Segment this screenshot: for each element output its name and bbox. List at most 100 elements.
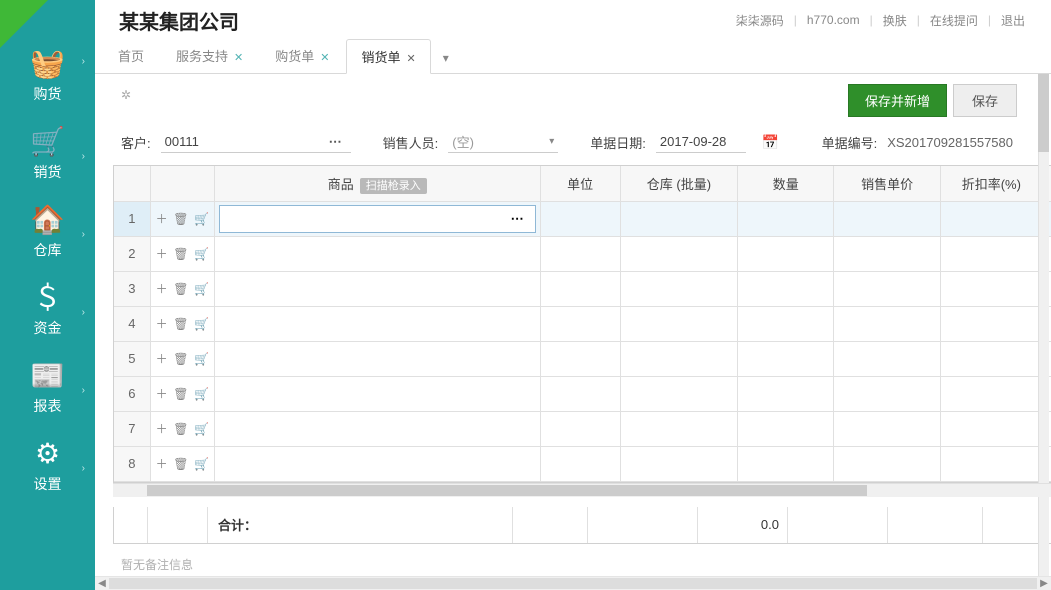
ellipsis-icon[interactable]: ⋯ [325,134,347,150]
add-icon[interactable]: ＋ [155,387,169,401]
close-icon[interactable]: ✕ [234,52,243,64]
grid-cell[interactable] [620,271,737,306]
delete-icon[interactable]: 🗑 [172,352,189,366]
grid-cell[interactable] [214,236,540,271]
grid-cell[interactable] [540,411,620,446]
grid-cell[interactable] [540,446,620,481]
grid-cell[interactable] [620,411,737,446]
delete-icon[interactable]: 🗑 [172,317,189,331]
grid-cell[interactable] [941,376,1042,411]
tab-dropdown[interactable]: ▾ [433,43,459,73]
grid-cell[interactable] [214,446,540,481]
page-horizontal-scrollbar[interactable]: ◀ ▶ [95,576,1051,590]
product-cell[interactable]: ⋯ [214,201,540,236]
grid-cell[interactable] [941,201,1042,236]
grid-cell[interactable] [214,376,540,411]
cart-icon[interactable]: 🛒 [193,457,210,471]
table-row[interactable]: 1＋ 🗑 🛒⋯ [114,201,1051,236]
grid-cell[interactable] [738,201,834,236]
top-link[interactable]: h770.com [797,13,870,27]
add-icon[interactable]: ＋ [155,352,169,366]
sidebar-item-2[interactable]: 🏠仓库› [0,190,95,268]
top-link[interactable]: 换肤 [873,12,917,29]
close-icon[interactable]: ✕ [320,52,329,64]
grid-cell[interactable] [834,376,941,411]
ellipsis-icon[interactable]: ⋯ [507,211,529,227]
cart-icon[interactable]: 🛒 [193,247,210,261]
sidebar-item-1[interactable]: 🛒销货› [0,112,95,190]
table-row[interactable]: 8＋ 🗑 🛒 [114,446,1051,481]
cart-icon[interactable]: 🛒 [193,317,210,331]
add-icon[interactable]: ＋ [155,282,169,296]
vertical-scrollbar[interactable] [1038,74,1049,590]
delete-icon[interactable]: 🗑 [172,247,189,261]
grid-cell[interactable] [941,411,1042,446]
tab[interactable]: 服务支持✕ [161,38,258,73]
cart-icon[interactable]: 🛒 [193,352,210,366]
grid-cell[interactable] [214,271,540,306]
add-icon[interactable]: ＋ [155,422,169,436]
top-link[interactable]: 在线提问 [920,12,988,29]
sales-field[interactable]: (空) ▾ [448,131,558,153]
grid-cell[interactable] [834,446,941,481]
save-button[interactable]: 保存 [953,84,1017,117]
grid-cell[interactable] [738,446,834,481]
delete-icon[interactable]: 🗑 [172,457,189,471]
grid-cell[interactable] [738,236,834,271]
grid-cell[interactable] [738,341,834,376]
chevron-down-icon[interactable]: ▾ [549,136,554,147]
grid-cell[interactable] [540,271,620,306]
grid-cell[interactable] [540,306,620,341]
grid-cell[interactable] [620,376,737,411]
grid-cell[interactable] [834,306,941,341]
grid-cell[interactable] [620,341,737,376]
grid-cell[interactable] [941,236,1042,271]
grid-cell[interactable] [540,236,620,271]
add-icon[interactable]: ＋ [155,457,169,471]
delete-icon[interactable]: 🗑 [172,387,189,401]
scan-button[interactable]: 扫描枪录入 [360,178,427,194]
add-icon[interactable]: ＋ [155,212,169,226]
save-and-add-button[interactable]: 保存并新增 [848,84,947,117]
grid-cell[interactable] [834,201,941,236]
table-row[interactable]: 2＋ 🗑 🛒 [114,236,1051,271]
grid-cell[interactable] [834,271,941,306]
grid-cell[interactable] [540,201,620,236]
grid-cell[interactable] [620,446,737,481]
gear-icon[interactable]: ✲ [121,88,131,102]
grid-cell[interactable] [738,306,834,341]
customer-field[interactable]: 00111 ⋯ [161,131,351,153]
grid-cell[interactable] [620,306,737,341]
cart-icon[interactable]: 🛒 [193,422,210,436]
sidebar-item-3[interactable]: ＄资金› [0,268,95,346]
delete-icon[interactable]: 🗑 [172,212,189,226]
grid-cell[interactable] [738,411,834,446]
grid-cell[interactable] [834,236,941,271]
grid-cell[interactable] [834,411,941,446]
cart-icon[interactable]: 🛒 [193,212,210,226]
grid-cell[interactable] [738,271,834,306]
table-row[interactable]: 6＋ 🗑 🛒 [114,376,1051,411]
grid-cell[interactable] [214,341,540,376]
table-row[interactable]: 3＋ 🗑 🛒 [114,271,1051,306]
tab[interactable]: 购货单✕ [260,38,344,73]
top-link[interactable]: 柒柒源码 [726,12,794,29]
tab[interactable]: 首页 [103,38,159,73]
table-row[interactable]: 7＋ 🗑 🛒 [114,411,1051,446]
sidebar-item-4[interactable]: 📰报表› [0,346,95,424]
delete-icon[interactable]: 🗑 [172,282,189,296]
date-field[interactable]: 2017-09-28 [656,131,746,153]
grid-horizontal-scrollbar[interactable] [113,483,1051,497]
grid-cell[interactable] [941,271,1042,306]
calendar-icon[interactable]: 📅 [762,134,779,151]
grid-cell[interactable] [620,236,737,271]
grid-cell[interactable] [620,201,737,236]
grid-cell[interactable] [540,341,620,376]
grid-cell[interactable] [834,341,941,376]
grid-cell[interactable] [214,411,540,446]
cart-icon[interactable]: 🛒 [193,282,210,296]
top-link[interactable]: 退出 [991,12,1035,29]
add-icon[interactable]: ＋ [155,317,169,331]
grid-cell[interactable] [540,376,620,411]
tab[interactable]: 销货单✕ [346,39,430,74]
